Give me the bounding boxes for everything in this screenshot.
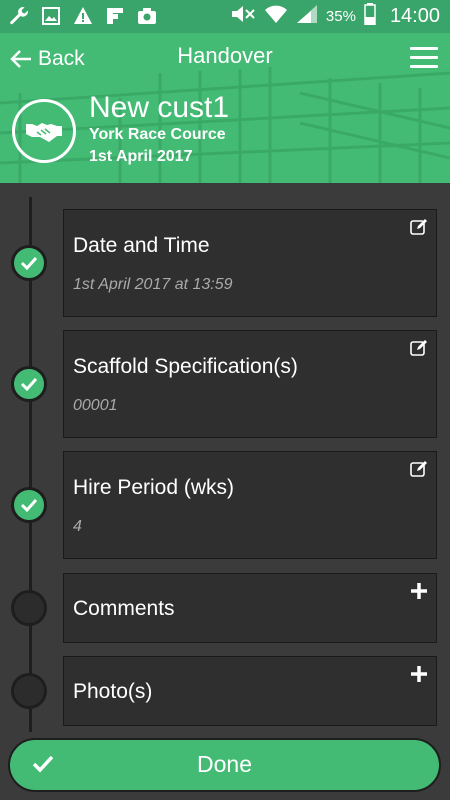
- step-complete-indicator: [11, 245, 47, 281]
- clock: 14:00: [389, 5, 440, 27]
- mute-icon: [230, 4, 256, 29]
- step-card-scaffold-specification[interactable]: Scaffold Specification(s) 00001: [63, 330, 437, 438]
- handover-date: 1st April 2017: [89, 148, 193, 165]
- flipboard-icon: [104, 5, 126, 27]
- header: Back Handover New cust1 York Race Cource…: [0, 33, 450, 183]
- step-complete-indicator: [11, 366, 47, 402]
- step-card-hire-period[interactable]: Hire Period (wks) 4: [63, 451, 437, 559]
- step-title: Date and Time: [73, 234, 210, 257]
- step-card-date-time[interactable]: Date and Time 1st April 2017 at 13:59: [63, 209, 437, 317]
- check-icon: [20, 498, 38, 512]
- warning-icon: [72, 5, 94, 27]
- battery-percent: 35%: [325, 8, 356, 25]
- hamburger-menu-icon[interactable]: [410, 47, 438, 71]
- check-icon: [20, 256, 38, 270]
- camera-icon: [136, 5, 158, 27]
- edit-icon[interactable]: [410, 460, 428, 478]
- step-complete-indicator: [11, 487, 47, 523]
- step-title: Comments: [73, 597, 175, 620]
- edit-icon[interactable]: [410, 339, 428, 357]
- battery-icon: [364, 3, 376, 30]
- page-title: Handover: [177, 43, 273, 68]
- customer-location: York Race Cource: [89, 126, 226, 143]
- image-icon: [40, 5, 62, 27]
- done-label: Done: [197, 751, 252, 777]
- step-title: Scaffold Specification(s): [73, 355, 298, 378]
- plus-icon[interactable]: [410, 582, 428, 600]
- wrench-icon: [8, 5, 30, 27]
- step-value: 1st April 2017 at 13:59: [73, 276, 233, 293]
- step-pending-indicator: [11, 673, 47, 709]
- step-card-photos[interactable]: Photo(s): [63, 656, 437, 726]
- status-bar: 35% 14:00: [0, 0, 450, 33]
- step-title: Hire Period (wks): [73, 476, 235, 499]
- signal-icon: [296, 4, 318, 29]
- handshake-icon: [26, 123, 62, 142]
- wifi-icon: [264, 4, 288, 29]
- handshake-avatar: [12, 99, 76, 163]
- plus-icon[interactable]: [410, 665, 428, 683]
- step-value: 00001: [73, 397, 118, 414]
- check-icon: [20, 377, 38, 391]
- notification-icons: [8, 5, 158, 27]
- edit-icon[interactable]: [410, 218, 428, 236]
- done-button[interactable]: Done: [8, 738, 441, 792]
- step-value: 4: [73, 518, 82, 535]
- step-card-comments[interactable]: Comments: [63, 573, 437, 643]
- step-title: Photo(s): [73, 680, 153, 703]
- step-pending-indicator: [11, 590, 47, 626]
- customer-name: New cust1: [89, 91, 230, 124]
